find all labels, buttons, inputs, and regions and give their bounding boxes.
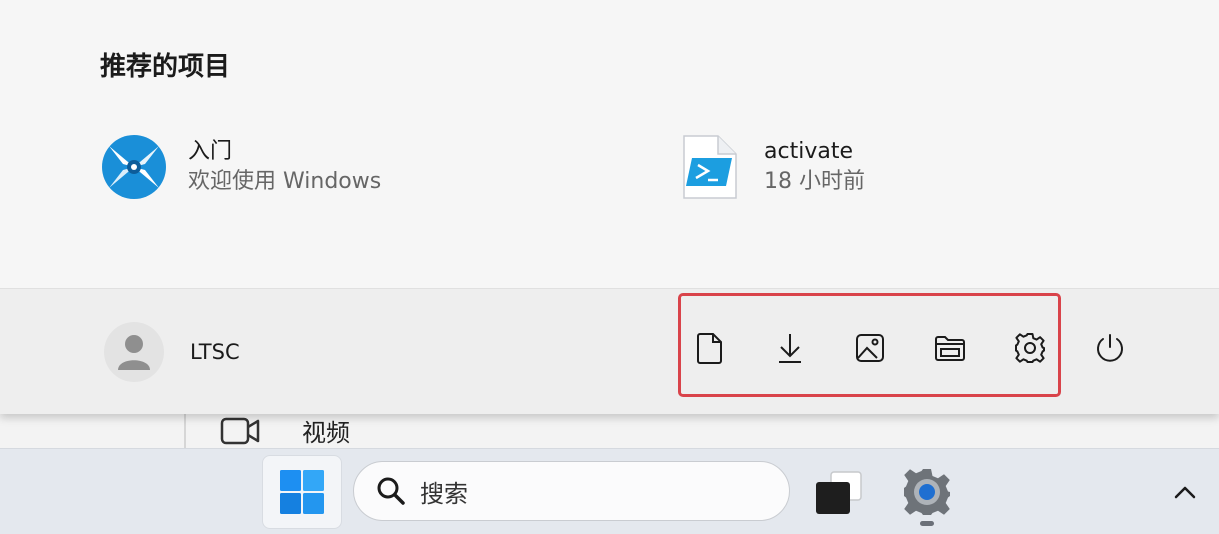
running-indicator [920, 521, 934, 526]
start-menu: 推荐的项目 入门 欢迎使用 Windows activate 18 小时前 LT… [0, 0, 1219, 414]
search-icon [377, 477, 405, 505]
downloads-icon [779, 334, 801, 363]
user-name: LTSC [190, 340, 240, 364]
background-video-row[interactable]: 视频 [220, 412, 350, 448]
file-explorer-icon [935, 336, 965, 361]
avatar [104, 322, 164, 382]
get-started-icon [100, 133, 168, 201]
windows-logo-icon [280, 470, 324, 514]
powershell-script-icon [676, 133, 744, 201]
activate-subtitle: 18 小时前 [764, 169, 865, 194]
settings-app-icon [904, 469, 950, 515]
power-icon [1097, 334, 1123, 362]
start-menu-footer: LTSC [0, 288, 1219, 414]
chevron-up-icon [1174, 486, 1196, 499]
start-button[interactable] [262, 455, 342, 529]
file-explorer-button[interactable] [928, 326, 972, 370]
settings-app-button[interactable] [898, 463, 956, 521]
search-placeholder: 搜索 [420, 479, 468, 508]
activate-name: activate [764, 139, 853, 164]
get-started-subtitle: 欢迎使用 Windows [188, 169, 382, 194]
recommended-title: 推荐的项目 [100, 52, 231, 82]
downloads-button[interactable] [768, 326, 812, 370]
task-view-icon [816, 471, 862, 514]
pictures-icon [856, 334, 884, 362]
documents-icon [697, 333, 722, 364]
taskbar-search-box[interactable]: 搜索 [353, 461, 790, 521]
taskbar: 搜索 [0, 448, 1219, 534]
settings-button[interactable] [1008, 326, 1052, 370]
recommended-item-get-started[interactable]: 入门 欢迎使用 Windows [100, 133, 381, 201]
pictures-button[interactable] [848, 326, 892, 370]
show-hidden-icons-button[interactable] [1170, 477, 1200, 507]
get-started-name: 入门 [188, 139, 233, 164]
user-account-button[interactable]: LTSC [104, 322, 240, 382]
video-label: 视频 [302, 418, 350, 447]
user-icon [118, 335, 150, 370]
task-view-button[interactable] [812, 467, 866, 517]
settings-icon [1015, 333, 1045, 363]
video-icon [220, 417, 260, 445]
recommended-item-activate[interactable]: activate 18 小时前 [676, 133, 865, 201]
power-button[interactable] [1088, 326, 1132, 370]
documents-button[interactable] [688, 326, 732, 370]
